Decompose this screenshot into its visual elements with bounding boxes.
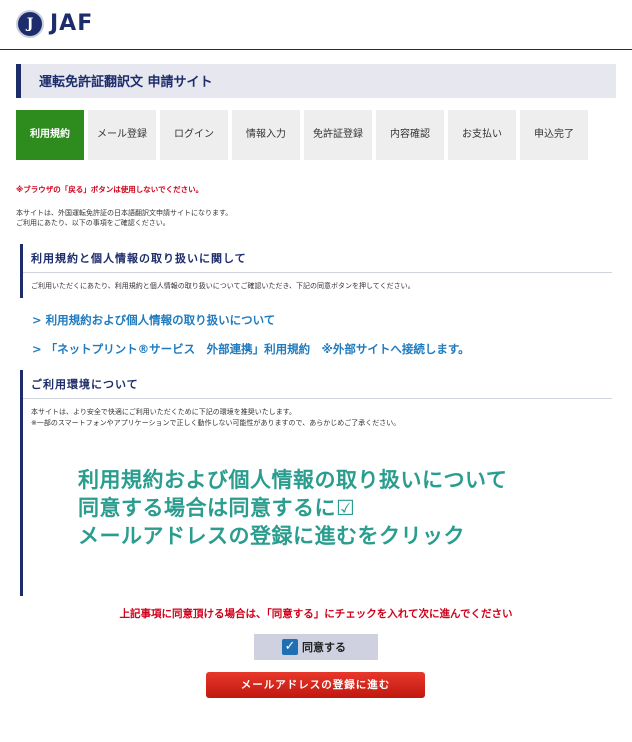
agree-checkbox[interactable]: ✓ xyxy=(282,639,298,655)
instruction-overlay: 利用規約および個人情報の取り扱いについて 同意する場合は同意するに☑ メールアド… xyxy=(78,466,507,550)
step-confirm: 内容確認 xyxy=(376,110,444,160)
terms-section-heading: 利用規約と個人情報の取り扱いに関して xyxy=(23,244,612,273)
page-title-bar: 運転免許証翻訳文 申請サイト xyxy=(16,64,616,98)
back-button-warning: ※ブラウザの「戻る」ボタンは使用しないでください。 xyxy=(16,185,204,194)
environment-text-2: ※一部のスマートフォンやアプリケーションで正しく動作しない可能性がありますので、… xyxy=(31,419,401,427)
jaf-logo-icon[interactable]: J xyxy=(16,10,44,38)
intro-line-1: 本サイトは、外国運転免許証の日本語翻訳文申請サイトになります。 xyxy=(16,209,233,217)
page-title: 運転免許証翻訳文 申請サイト xyxy=(39,75,213,90)
terms-section: 利用規約と個人情報の取り扱いに関して ご利用いただくにあたり、利用規約と個人情報… xyxy=(20,244,612,298)
overlay-line-3: メールアドレスの登録に進むをクリック xyxy=(78,524,465,548)
environment-section-heading: ご利用環境について xyxy=(23,370,612,399)
intro-line-2: ご利用にあたり、以下の事項をご確認ください。 xyxy=(16,219,170,227)
next-mail-registration-button[interactable]: メールアドレスの登録に進む xyxy=(206,672,425,698)
overlay-line-1: 利用規約および個人情報の取り扱いについて xyxy=(78,468,508,492)
overlay-line-2: 同意する場合は同意するに☑ xyxy=(78,496,356,520)
step-mail-registration: メール登録 xyxy=(88,110,156,160)
agree-message: 上記事項に同意頂ける場合は、「同意する」にチェックを入れて次に進んでください xyxy=(119,608,513,620)
step-license-registration: 免許証登録 xyxy=(304,110,372,160)
step-login: ログイン xyxy=(160,110,228,160)
intro-text: 本サイトは、外国運転免許証の日本語翻訳文申請サイトになります。 ご利用にあたり、… xyxy=(16,208,232,228)
agree-label[interactable]: 同意する xyxy=(302,639,346,655)
agree-checkbox-container[interactable]: ✓ 同意する xyxy=(254,634,378,660)
step-terms: 利用規約 xyxy=(16,110,84,160)
terms-section-text: ご利用いただくにあたり、利用規約と個人情報の取り扱いについてご確認いただき、下記… xyxy=(31,282,415,290)
terms-privacy-link[interactable]: > 利用規約および個人情報の取り扱いについて xyxy=(32,312,275,328)
environment-text-1: 本サイトは、より安全で快適にご利用いただくために下記の環境を推奨いたします。 xyxy=(31,408,297,416)
netprint-terms-link[interactable]: > 「ネットプリント®サービス 外部連携」利用規約 ※外部サイトへ接続します。 xyxy=(32,341,470,357)
step-payment: お支払い xyxy=(448,110,516,160)
site-header: J JAF xyxy=(0,0,632,50)
step-info-input: 情報入力 xyxy=(232,110,300,160)
step-complete: 申込完了 xyxy=(520,110,588,160)
jaf-logo-text[interactable]: JAF xyxy=(50,10,93,38)
